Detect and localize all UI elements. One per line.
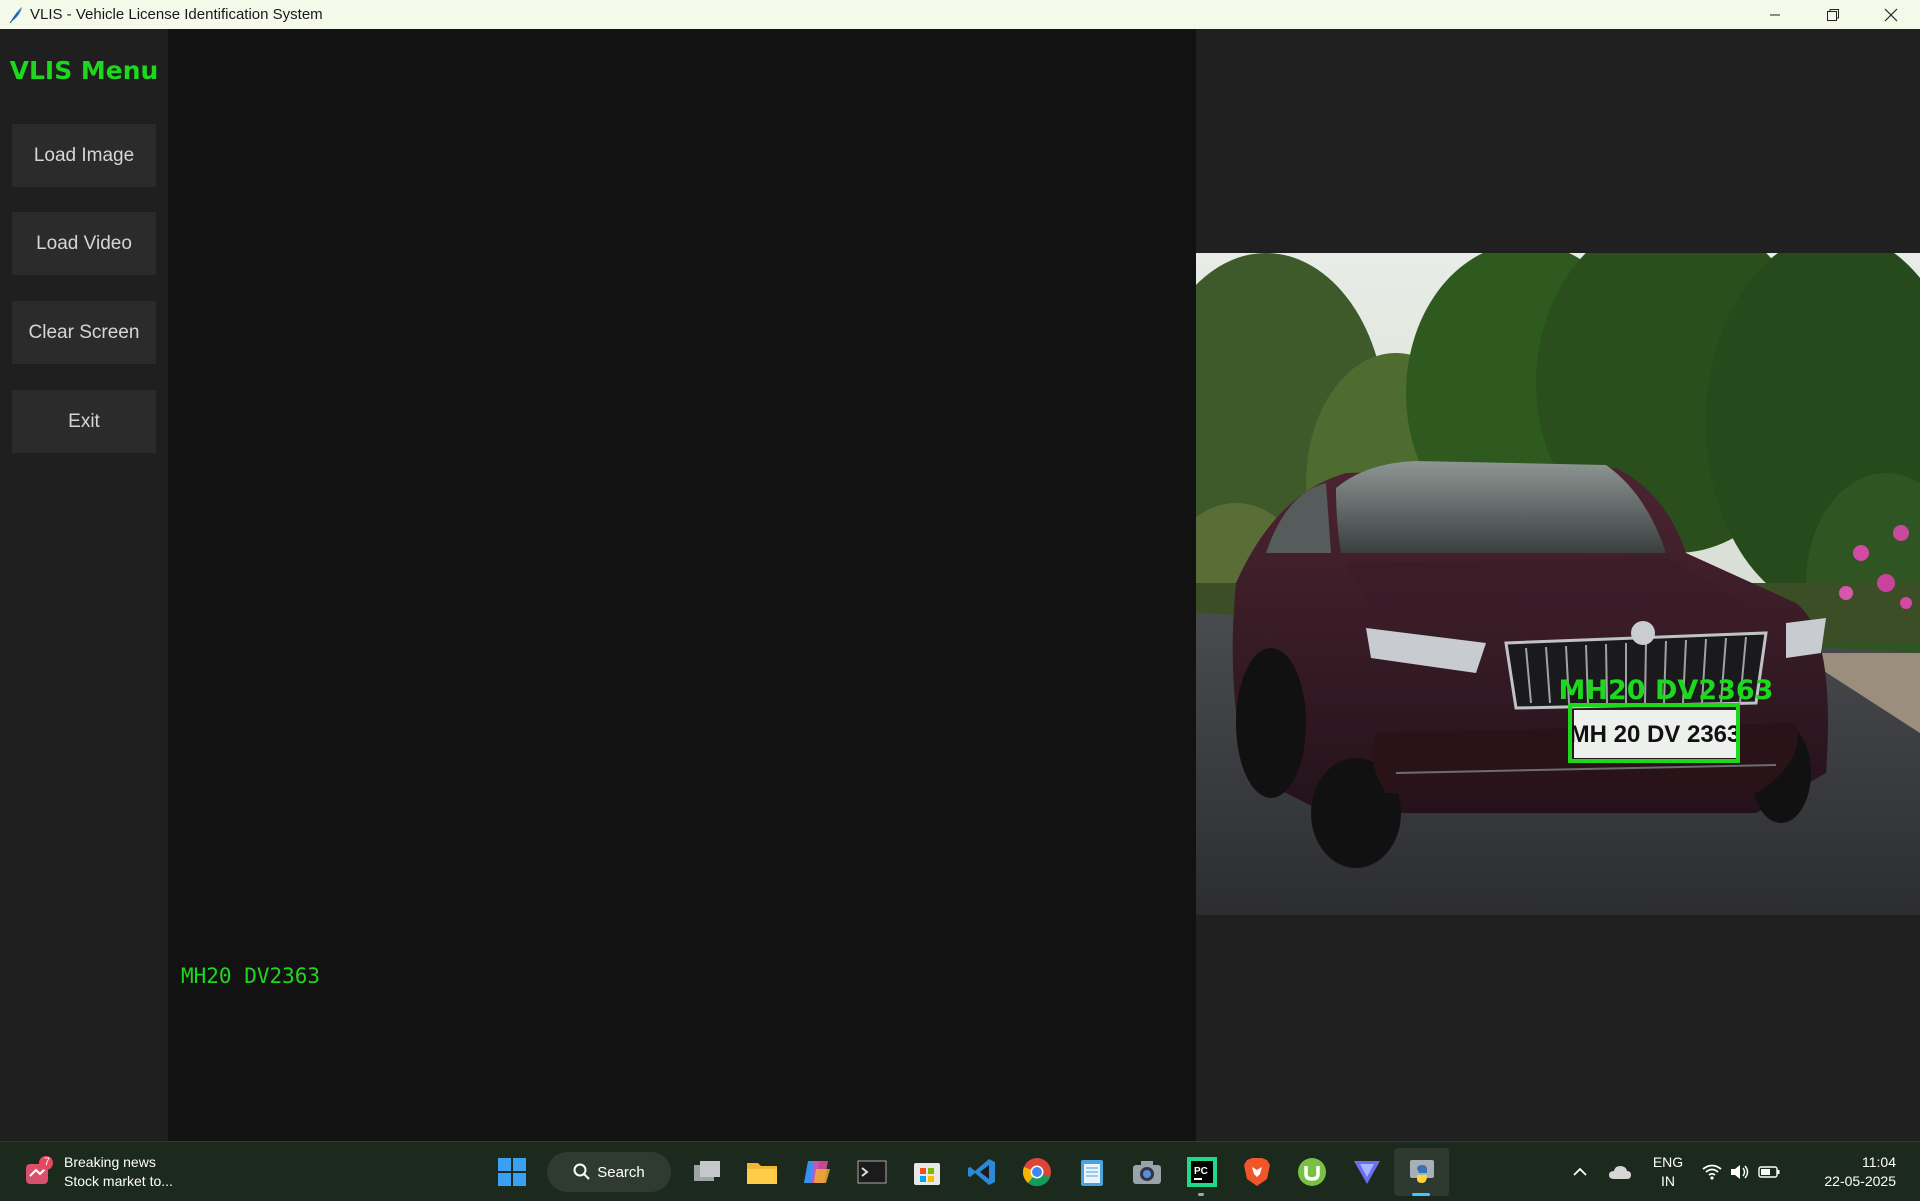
task-view-icon bbox=[693, 1161, 720, 1181]
pycharm-icon: PC bbox=[1186, 1157, 1217, 1187]
news-subtitle: Stock market to... bbox=[64, 1173, 173, 1189]
language-line1: ENG bbox=[1652, 1153, 1684, 1170]
chevron-up-icon bbox=[1573, 1167, 1587, 1176]
quick-settings-button[interactable] bbox=[1696, 1148, 1786, 1196]
restore-button[interactable] bbox=[1804, 0, 1862, 29]
terminal-button[interactable] bbox=[844, 1148, 899, 1196]
camera-icon bbox=[1132, 1161, 1161, 1184]
window-title: VLIS - Vehicle License Identification Sy… bbox=[30, 6, 323, 23]
title-bar: VLIS - Vehicle License Identification Sy… bbox=[0, 0, 1920, 29]
active-indicator bbox=[1412, 1193, 1430, 1196]
notepad-button[interactable] bbox=[1064, 1148, 1119, 1196]
vscode-icon bbox=[967, 1159, 995, 1185]
detection-label: MH20 DV2363 bbox=[1559, 675, 1774, 706]
store-icon bbox=[913, 1163, 940, 1185]
restore-icon bbox=[1827, 8, 1839, 21]
taskbar-search[interactable]: Search bbox=[547, 1152, 671, 1192]
chrome-icon bbox=[1022, 1158, 1051, 1187]
camera-button[interactable] bbox=[1119, 1148, 1174, 1196]
battery-icon bbox=[1758, 1165, 1780, 1178]
pycharm-button[interactable]: PC bbox=[1174, 1148, 1229, 1196]
minimize-icon bbox=[1770, 14, 1780, 15]
detected-plate-text: MH20 DV2363 bbox=[181, 964, 321, 988]
search-label: Search bbox=[597, 1163, 645, 1181]
taskbar: 7 Breaking news Stock market to... Searc… bbox=[0, 1141, 1920, 1201]
svg-text:PC: PC bbox=[1194, 1166, 1208, 1177]
python-icon bbox=[1409, 1160, 1434, 1183]
output-panel: MH20 DV2363 bbox=[168, 29, 1196, 1141]
chrome-button[interactable] bbox=[1009, 1148, 1064, 1196]
load-image-button[interactable]: Load Image bbox=[12, 124, 156, 187]
show-hidden-icons-button[interactable] bbox=[1560, 1148, 1600, 1196]
clock-date: 22-05-2025 bbox=[1824, 1172, 1896, 1189]
load-video-button[interactable]: Load Video bbox=[12, 212, 156, 275]
file-explorer-button[interactable] bbox=[734, 1148, 789, 1196]
windows-icon bbox=[497, 1158, 526, 1186]
sidebar-menu: VLIS Menu Load Image Load Video Clear Sc… bbox=[0, 29, 168, 1141]
close-button[interactable] bbox=[1862, 0, 1920, 29]
news-icon: 7 bbox=[22, 1156, 54, 1188]
clear-screen-button[interactable]: Clear Screen bbox=[12, 301, 156, 364]
menu-title: VLIS Menu bbox=[9, 56, 159, 85]
running-indicator bbox=[1198, 1193, 1204, 1196]
task-view-button[interactable] bbox=[679, 1148, 734, 1196]
news-badge: 7 bbox=[43, 1156, 51, 1168]
store-button[interactable] bbox=[899, 1148, 954, 1196]
start-button[interactable] bbox=[484, 1148, 539, 1196]
window-controls bbox=[1746, 0, 1920, 29]
brave-icon bbox=[1243, 1158, 1270, 1186]
language-line2: IN bbox=[1661, 1172, 1675, 1189]
close-icon bbox=[1884, 8, 1898, 21]
vpn-button[interactable] bbox=[1339, 1148, 1394, 1196]
feather-icon bbox=[9, 6, 22, 23]
clock[interactable]: 11:04 22-05-2025 bbox=[1786, 1153, 1920, 1191]
news-title: Breaking news bbox=[64, 1154, 156, 1170]
clock-time: 11:04 bbox=[1862, 1153, 1896, 1170]
copilot-button[interactable] bbox=[789, 1148, 844, 1196]
utorrent-icon bbox=[1297, 1158, 1326, 1186]
copilot-icon bbox=[803, 1161, 830, 1183]
language-indicator[interactable]: ENG IN bbox=[1640, 1153, 1696, 1191]
vscode-button[interactable] bbox=[954, 1148, 1009, 1196]
system-tray: ENG IN 11:04 22-05-2025 bbox=[1560, 1142, 1920, 1201]
minimize-button[interactable] bbox=[1746, 0, 1804, 29]
vpn-icon bbox=[1353, 1161, 1380, 1184]
license-plate-text: MH 20 DV 2363 bbox=[1570, 721, 1741, 748]
news-widget[interactable]: 7 Breaking news Stock market to... bbox=[22, 1150, 173, 1194]
terminal-icon bbox=[857, 1160, 886, 1184]
onedrive-button[interactable] bbox=[1600, 1148, 1640, 1196]
car-image: MH 20 DV 2363 MH20 DV2363 bbox=[1196, 253, 1920, 915]
brave-button[interactable] bbox=[1229, 1148, 1284, 1196]
exit-button[interactable]: Exit bbox=[12, 390, 156, 453]
wifi-icon bbox=[1702, 1164, 1722, 1180]
volume-icon bbox=[1731, 1164, 1749, 1179]
notepad-icon bbox=[1080, 1160, 1103, 1186]
image-panel: MH 20 DV 2363 MH20 DV2363 bbox=[1196, 29, 1920, 1141]
cloud-icon bbox=[1609, 1165, 1631, 1179]
utorrent-button[interactable] bbox=[1284, 1148, 1339, 1196]
folder-icon bbox=[746, 1163, 777, 1184]
search-icon bbox=[573, 1163, 590, 1180]
python-app-button[interactable] bbox=[1394, 1148, 1449, 1196]
